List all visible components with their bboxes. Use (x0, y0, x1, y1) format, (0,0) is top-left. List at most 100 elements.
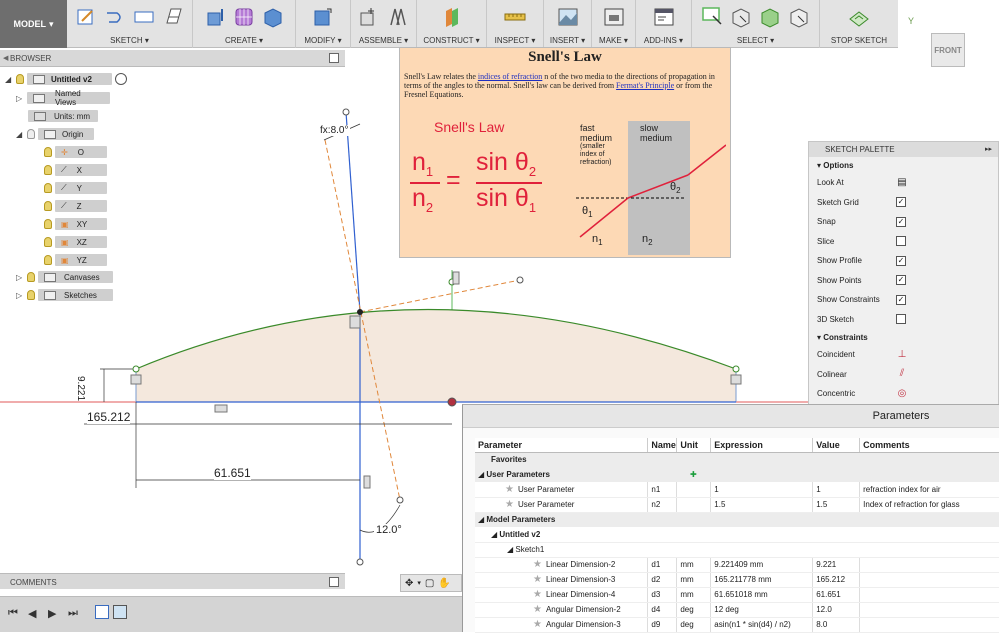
select-window-icon[interactable] (787, 5, 811, 29)
insert-image-icon[interactable] (556, 5, 580, 29)
colinear-icon[interactable]: ⫽ (895, 368, 909, 380)
extrude-icon[interactable] (203, 5, 227, 29)
table-row[interactable]: ★ Angular Dimension-3 d9 deg asin(n1 * si… (475, 617, 999, 633)
column-header-expression[interactable]: Expression (710, 438, 814, 453)
column-header-name[interactable]: Name (647, 438, 678, 453)
collapsed-triangle-icon[interactable]: ▷ (16, 273, 24, 282)
constraints-section-header[interactable]: ▾ Constraints (809, 329, 998, 345)
rectangle-icon[interactable] (132, 5, 156, 29)
comment-cell[interactable]: refraction index for air (859, 482, 999, 498)
visibility-bulb-icon[interactable] (44, 147, 52, 157)
toolbar-group-construct[interactable]: CONSTRUCT ▾ (417, 0, 487, 48)
name-cell[interactable]: d4 (647, 602, 678, 618)
favorite-star-icon[interactable]: ★ (533, 574, 542, 585)
browser-item-origin-xz[interactable]: ▣ XZ (44, 235, 107, 249)
box-icon[interactable] (261, 5, 285, 29)
browser-item-origin-z[interactable]: ⟋ Z (44, 199, 107, 213)
palette-sketch-grid[interactable]: Sketch Grid ✓ (809, 193, 998, 213)
browser-item-named-views[interactable]: ▷ Named Views (16, 89, 110, 107)
table-row[interactable]: ★ Linear Dimension-3 d2 mm 165.211778 mm … (475, 572, 999, 588)
dimension-height[interactable]: 9.221 (75, 376, 86, 401)
collapsed-triangle-icon[interactable]: ▷ (16, 94, 24, 103)
fermat-link[interactable]: Fermat's Principle (616, 81, 674, 90)
visibility-bulb-icon[interactable] (44, 255, 52, 265)
collapse-icon[interactable]: ◀ (3, 54, 8, 62)
toolbar-group-add-ins[interactable]: ADD-INS ▾ (636, 0, 692, 48)
sketch-grid-checkbox[interactable]: ✓ (896, 197, 906, 208)
workspace-switcher-button[interactable]: MODEL ▾ (0, 0, 67, 48)
table-row[interactable]: ★ User Parameter n2 1.5 1.5 Index of refr… (475, 497, 999, 513)
offset-plane-icon[interactable] (440, 5, 464, 29)
add-user-parameter-button[interactable]: ✚ (690, 470, 697, 479)
toolbar-group-modify[interactable]: MODIFY ▾ (296, 0, 351, 48)
slice-checkbox[interactable] (896, 236, 906, 247)
collapsed-triangle-icon[interactable]: ▷ (16, 291, 24, 300)
chevron-down-icon[interactable]: ▾ (417, 579, 421, 587)
table-row[interactable]: ★ User Parameter n1 1 1 refraction index … (475, 482, 999, 498)
palette-look-at[interactable]: Look At ▤ (809, 173, 998, 193)
line-icon[interactable] (103, 5, 127, 29)
constraint-concentric[interactable]: Concentric ◎ (809, 384, 998, 404)
expression-cell[interactable]: 12 deg (710, 602, 814, 618)
toolbar-group-select[interactable]: SELECT ▾ (692, 0, 820, 48)
visibility-bulb-icon[interactable] (44, 165, 52, 175)
palette-show-points[interactable]: Show Points ✓ (809, 271, 998, 291)
expression-cell[interactable]: 1.5 (710, 497, 814, 513)
comment-cell[interactable] (859, 617, 999, 633)
visibility-bulb-icon[interactable] (27, 129, 35, 139)
expanded-triangle-icon[interactable]: ◢ (16, 130, 24, 139)
show-constraints-checkbox[interactable]: ✓ (896, 294, 906, 305)
dimension-angle-bottom[interactable]: 12.0° (374, 524, 404, 536)
browser-item-canvases[interactable]: ▷ Canvases (16, 270, 113, 284)
browser-item-origin-yz[interactable]: ▣ YZ (44, 253, 107, 267)
look-at-icon[interactable]: ▤ (895, 177, 909, 189)
name-cell[interactable]: d1 (647, 557, 678, 573)
visibility-bulb-icon[interactable] (27, 290, 35, 300)
concentric-icon[interactable]: ◎ (895, 388, 909, 400)
form-icon[interactable] (232, 5, 256, 29)
comment-cell[interactable] (859, 557, 999, 573)
snap-checkbox[interactable]: ✓ (896, 216, 906, 227)
column-header-unit[interactable]: Unit (676, 438, 712, 453)
play-icon[interactable]: ▶ (48, 607, 56, 620)
collapse-panel-icon[interactable]: ▸▸ (985, 145, 992, 153)
toolbar-group-insert[interactable]: INSERT ▾ (544, 0, 592, 48)
favorites-group-row[interactable]: Favorites (475, 452, 999, 467)
timeline-canvas-feature-icon[interactable] (113, 605, 127, 619)
show-points-checkbox[interactable]: ✓ (896, 275, 906, 286)
expression-cell[interactable]: 61.651018 mm (710, 587, 814, 603)
dimension-angle-top[interactable]: fx:8.0° (318, 125, 351, 136)
browser-item-origin-x[interactable]: ⟋ X (44, 163, 107, 177)
create-sketch-icon[interactable] (74, 5, 98, 29)
select-face-icon[interactable] (758, 5, 782, 29)
activate-radio-icon[interactable] (115, 73, 127, 85)
browser-item-sketches[interactable]: ▷ Sketches (16, 288, 113, 302)
press-pull-icon[interactable] (311, 5, 335, 29)
name-cell[interactable]: d2 (647, 572, 678, 588)
pan-hand-icon[interactable]: ✋ (438, 578, 450, 589)
favorite-star-icon[interactable]: ★ (533, 589, 542, 600)
expression-cell[interactable]: 9.221409 mm (710, 557, 814, 573)
table-row[interactable]: ★ Angular Dimension-2 d4 deg 12 deg 12.0 (475, 602, 999, 618)
orbit-icon[interactable]: ✥ (405, 578, 413, 589)
comment-cell[interactable] (859, 602, 999, 618)
look-at-icon[interactable]: ▢ (425, 578, 434, 589)
pin-icon[interactable] (329, 577, 339, 587)
name-cell[interactable]: d3 (647, 587, 678, 603)
3d-sketch-checkbox[interactable] (896, 314, 906, 325)
palette-show-profile[interactable]: Show Profile ✓ (809, 251, 998, 271)
favorite-star-icon[interactable]: ★ (533, 559, 542, 570)
toolbar-group-create[interactable]: CREATE ▾ (193, 0, 296, 48)
expression-cell[interactable]: asin(n1 * sin(d4) / n2) (710, 617, 814, 633)
model-parameters-group-row[interactable]: ◢ Model Parameters (475, 512, 999, 527)
palette-snap[interactable]: Snap ✓ (809, 212, 998, 232)
visibility-bulb-icon[interactable] (27, 272, 35, 282)
polygon-icon[interactable] (161, 5, 185, 29)
user-parameters-group-row[interactable]: ◢ User Parameters ✚ (475, 467, 999, 482)
column-header-comments[interactable]: Comments (859, 438, 999, 453)
favorite-star-icon[interactable]: ★ (505, 499, 514, 510)
browser-header[interactable]: ◀ BROWSER (0, 50, 345, 67)
sketch-palette-header[interactable]: SKETCH PALETTE ▸▸ (809, 142, 998, 157)
browser-item-origin-o[interactable]: ✛ O (44, 145, 107, 159)
column-header-value[interactable]: Value (812, 438, 861, 453)
